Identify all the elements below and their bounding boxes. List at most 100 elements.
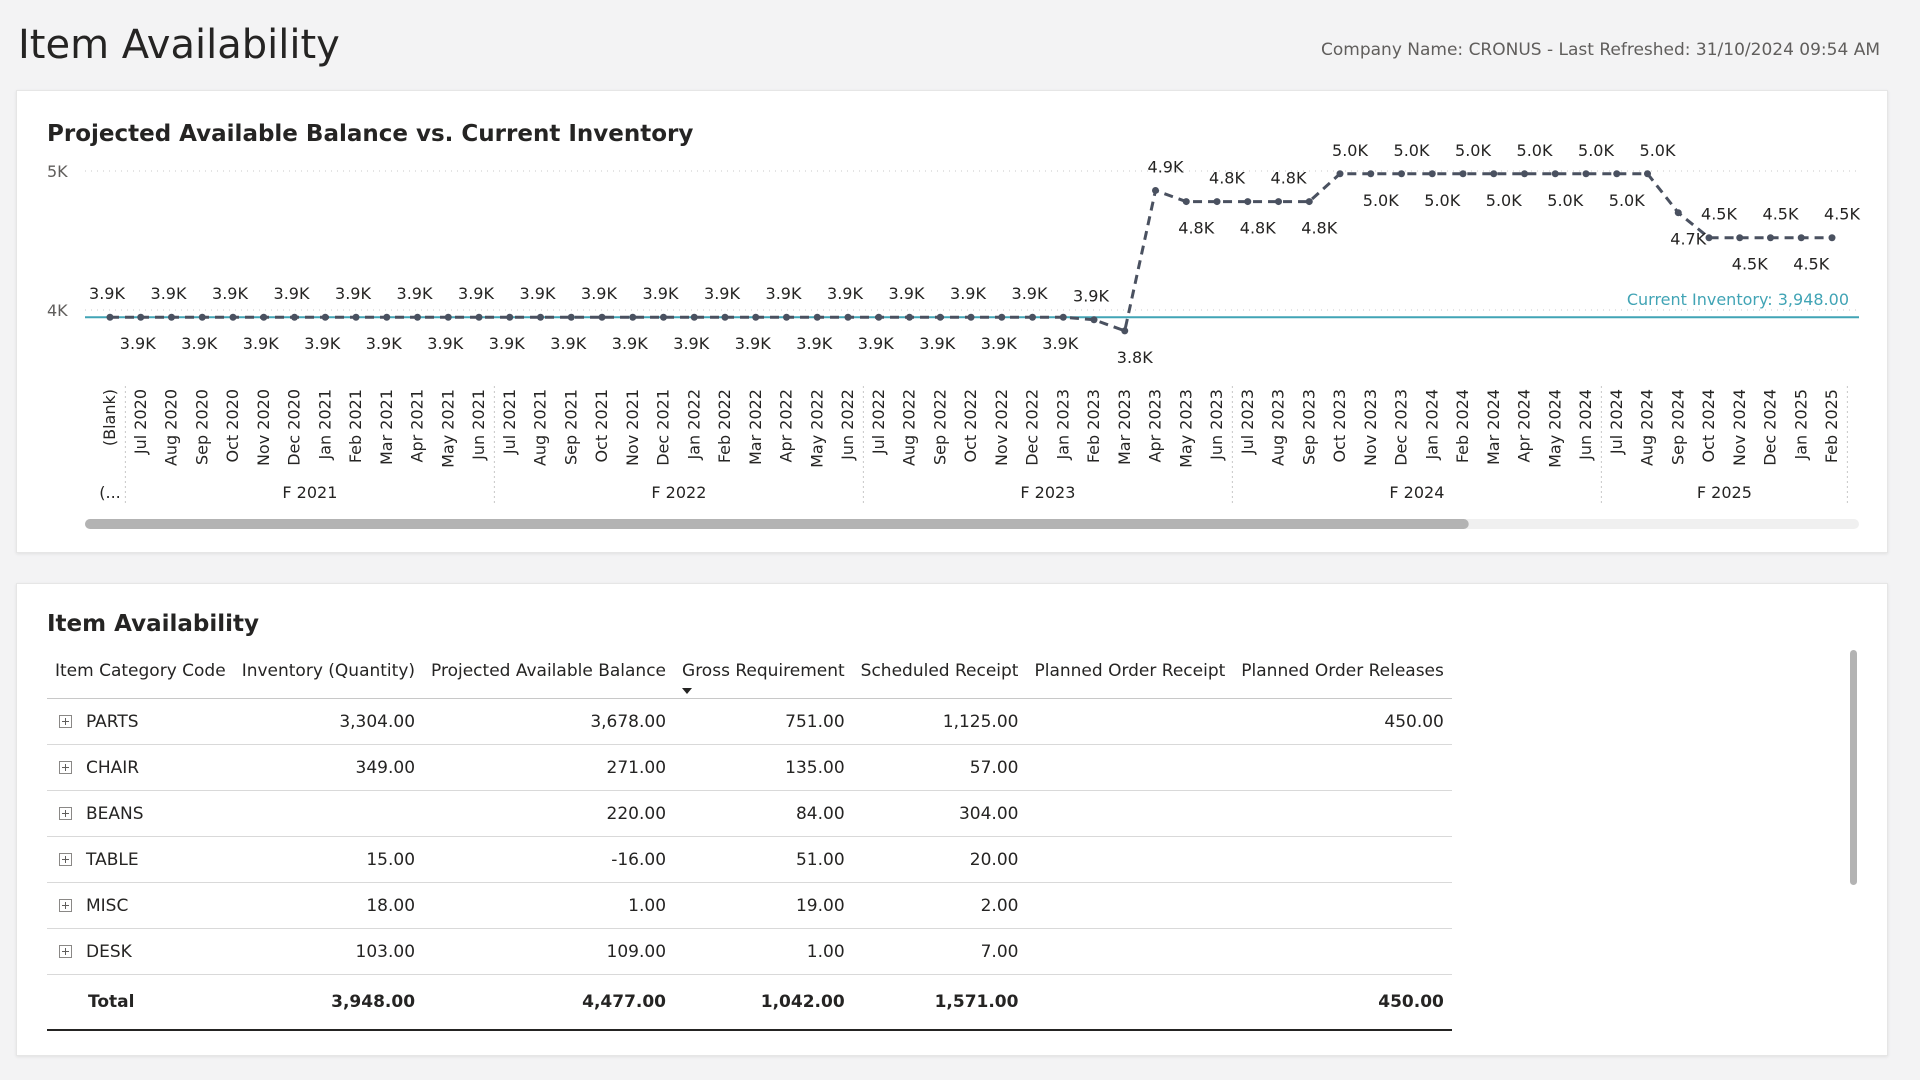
data-point — [1674, 209, 1682, 217]
x-tick-label: Dec 2022 — [1023, 389, 1042, 466]
data-label: 3.9K — [766, 284, 802, 303]
x-tick-label: Jul 2023 — [1238, 389, 1257, 455]
table-row: DESK 103.00 109.00 1.00 7.00 — [47, 928, 1452, 975]
column-header[interactable]: Planned Order Receipt — [1026, 644, 1234, 699]
table-row: BEANS 220.00 84.00 304.00 — [47, 790, 1452, 837]
x-tick-label: Jun 2021 — [469, 389, 488, 461]
data-point — [813, 313, 821, 321]
table-vertical-scrollbar[interactable] — [1850, 650, 1857, 885]
table-cell: 84.00 — [674, 790, 853, 837]
data-point — [567, 313, 575, 321]
x-tick-label: Feb 2023 — [1084, 389, 1103, 463]
cell-value: 20.00 — [969, 849, 1019, 870]
data-label: 3.9K — [243, 334, 279, 353]
data-label: 3.9K — [612, 334, 648, 353]
data-point — [1059, 313, 1067, 321]
column-header-label: Planned Order Releases — [1241, 661, 1444, 681]
cell-value: 7.00 — [980, 941, 1019, 962]
data-label: 3.9K — [335, 284, 371, 303]
table-cell: 220.00 — [423, 790, 675, 837]
expand-icon[interactable] — [59, 945, 72, 958]
expand-icon[interactable] — [59, 853, 72, 866]
x-tick-label: Mar 2024 — [1484, 389, 1503, 465]
x-tick-label: Sep 2023 — [1299, 389, 1318, 465]
table-cell — [1233, 928, 1452, 975]
table-cell — [1026, 882, 1234, 929]
data-point — [1182, 198, 1190, 206]
data-label: 3.9K — [981, 334, 1017, 353]
data-label: 5.0K — [1517, 141, 1553, 160]
data-point — [1029, 313, 1036, 321]
expand-icon[interactable] — [59, 899, 72, 912]
cell-value: CHAIR — [86, 757, 140, 778]
data-point — [1459, 170, 1467, 178]
x-tick-label: Sep 2021 — [561, 389, 580, 465]
cell-value: MISC — [86, 895, 129, 916]
x-tick-label: May 2023 — [1176, 389, 1195, 468]
x-tick-label: Jul 2024 — [1607, 389, 1626, 455]
data-point — [1152, 186, 1159, 194]
column-header[interactable]: Planned Order Releases — [1233, 644, 1452, 699]
data-label: 4.8K — [1178, 219, 1214, 238]
data-label: 4.9K — [1148, 157, 1184, 176]
table-cell: 109.00 — [423, 928, 675, 975]
data-label: 3.9K — [889, 284, 925, 303]
page-title: Item Availability — [18, 22, 340, 68]
cell-value: 135.00 — [785, 757, 845, 778]
cell-value: 109.00 — [606, 941, 667, 962]
horizontal-scrollbar-thumb[interactable] — [85, 519, 1469, 529]
column-header-label: Gross Requirement — [682, 661, 845, 681]
data-label: 3.9K — [304, 334, 340, 353]
x-tick-label: Jan 2024 — [1422, 389, 1441, 460]
data-point — [1336, 170, 1344, 178]
table-cell: CHAIR — [47, 744, 234, 791]
x-tick-label: May 2024 — [1545, 389, 1564, 468]
data-label: 5.0K — [1455, 141, 1491, 160]
table-cell: MISC — [47, 882, 234, 929]
x-tick-label: Jul 2020 — [131, 389, 150, 455]
data-label: 5.0K — [1578, 141, 1614, 160]
column-header[interactable]: Inventory (Quantity) — [233, 644, 424, 699]
data-point — [1582, 170, 1590, 178]
x-tick-label: Mar 2021 — [377, 389, 396, 465]
total-cell: Total — [47, 974, 234, 1031]
data-label: 3.9K — [120, 334, 156, 353]
data-point — [321, 313, 329, 321]
x-tick-label: Oct 2023 — [1330, 389, 1349, 462]
x-tick-label: Jul 2021 — [500, 389, 519, 455]
x-tick-label: May 2021 — [438, 389, 457, 468]
data-point — [1551, 170, 1559, 178]
table-cell: 1.00 — [674, 928, 853, 975]
data-label: 4.8K — [1271, 169, 1307, 188]
data-label: 3.9K — [274, 284, 310, 303]
column-header[interactable]: Scheduled Receipt — [852, 644, 1027, 699]
x-tick-label: Apr 2023 — [1146, 389, 1165, 462]
expand-icon[interactable] — [59, 761, 72, 774]
table-cell — [1233, 744, 1452, 791]
table-cell: 1.00 — [423, 882, 675, 929]
data-point — [383, 313, 391, 321]
expand-icon[interactable] — [59, 807, 72, 820]
cell-value: 271.00 — [606, 757, 667, 778]
data-point — [537, 313, 544, 321]
data-label: 4.7K — [1670, 230, 1706, 249]
data-label: 4.5K — [1701, 205, 1737, 224]
table-cell — [1026, 928, 1234, 975]
column-header-label: Projected Available Balance — [431, 661, 667, 681]
data-point — [229, 313, 237, 321]
table-card: Item Availability Item Category Code Inve… — [16, 583, 1888, 1056]
column-header[interactable]: Projected Available Balance — [423, 644, 675, 699]
data-point — [1305, 198, 1313, 206]
table-cell: 751.00 — [674, 698, 853, 745]
sort-descending-icon[interactable] — [682, 688, 693, 694]
cell-value: 3,304.00 — [339, 711, 416, 732]
column-header[interactable]: Gross Requirement — [674, 644, 853, 699]
total-cell: 4,477.00 — [423, 974, 675, 1031]
x-tick-label: Jan 2025 — [1791, 389, 1810, 460]
data-point — [875, 313, 883, 321]
cell-value: 349.00 — [355, 757, 416, 778]
cell-value: 19.00 — [795, 895, 845, 916]
expand-icon[interactable] — [59, 715, 72, 728]
table-cell: 304.00 — [852, 790, 1027, 837]
column-header[interactable]: Item Category Code — [47, 644, 234, 699]
